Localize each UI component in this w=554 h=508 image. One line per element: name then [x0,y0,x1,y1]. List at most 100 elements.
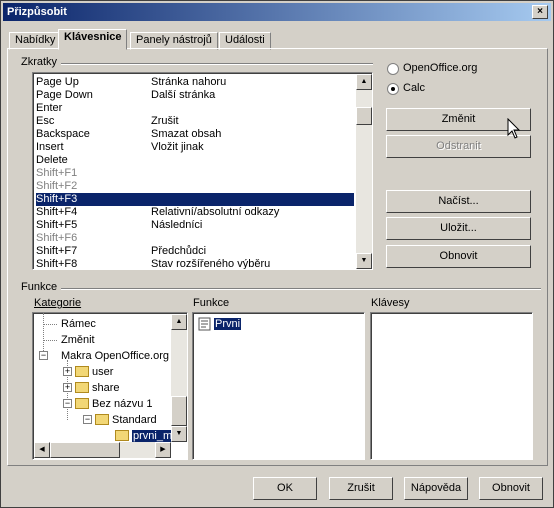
folder-icon [75,397,89,409]
shortcut-row[interactable]: Delete [36,154,354,167]
function-item-label: Prvni [214,318,242,330]
function-item[interactable]: Prvni [198,316,242,332]
collapse-icon[interactable]: − [39,351,48,360]
window-title: Přizpůsobit [7,6,67,18]
tree-item-share[interactable]: share [75,380,120,396]
functions-divider [21,288,541,290]
tree-item-untitled-label: Bez názvu 1 [92,398,153,410]
shortcut-key: Page Down [36,89,93,101]
save-button[interactable]: Uložit... [386,217,531,240]
folder-icon [75,365,89,377]
tree-item-frame[interactable]: Rámec [61,316,96,332]
category-vscroll[interactable]: ▲ ▼ [171,314,187,442]
shortcuts-label: Zkratky [21,56,62,68]
shortcuts-scrollbar[interactable]: ▲ ▼ [356,74,372,269]
shortcut-key: Shift+F7 [36,245,78,257]
shortcut-row[interactable]: Enter [36,102,354,115]
folder-icon [95,413,109,425]
function-list[interactable]: Prvni [192,312,365,460]
shortcut-command: Stav rozšířeného výběru [151,258,271,270]
macro-icon [198,317,211,331]
collapse-icon[interactable]: − [63,399,72,408]
shortcuts-divider [21,63,373,65]
scroll-left-button[interactable]: ◀ [34,442,50,458]
shortcut-key: Shift+F6 [36,232,78,244]
reset-button[interactable]: Obnovit [386,245,531,268]
shortcut-row[interactable]: Page Down Další stránka [36,89,354,102]
keys-list[interactable] [370,312,533,460]
radio-openoffice[interactable] [387,63,399,75]
scroll-down-button[interactable]: ▼ [356,253,372,269]
tab-keyboard[interactable]: Klávesnice [58,29,128,50]
shortcut-key: Delete [36,154,68,166]
tree-line [43,340,57,341]
shortcut-key: Enter [36,102,63,114]
shortcuts-list[interactable]: Page Up Stránka nahoru Page Down Další strá… [32,72,373,270]
shortcut-row[interactable]: Shift+F8 Stav rozšířeného výběru [36,258,354,270]
load-button[interactable]: Načíst... [386,190,531,213]
functions-group-label: Funkce [21,281,62,293]
shortcut-key: Shift+F8 [36,258,78,270]
shortcut-command: Další stránka [151,89,216,101]
keys-label: Klávesy [371,297,410,309]
shortcut-key: Page Up [36,76,79,88]
radio-calc-label: Calc [403,82,426,94]
shortcut-row[interactable]: Shift+F3 [36,193,354,206]
cancel-button[interactable]: Zrušit [329,477,393,500]
tree-item-untitled[interactable]: Bez názvu 1 [75,396,153,412]
shortcut-command: Následníci [151,219,203,231]
shortcut-key: Insert [36,141,64,153]
shortcut-key: Backspace [36,128,90,140]
shortcut-row[interactable]: Insert Vložit jinak [36,141,354,154]
category-hscroll[interactable]: ◀ ▶ [34,442,171,458]
scroll-up-button[interactable]: ▲ [356,74,372,90]
tree-item-macros[interactable]: Makra OpenOffice.org [61,348,169,364]
shortcut-command: Zrušit [151,115,179,127]
tree-item-user-label: user [92,366,114,378]
expand-icon[interactable]: + [63,367,72,376]
help-button[interactable]: Nápověda [404,477,468,500]
shortcut-key: Shift+F5 [36,219,78,231]
shortcut-key: Shift+F2 [36,180,78,192]
scroll-thumb[interactable] [171,396,187,426]
shortcut-command: Vložit jinak [151,141,204,153]
shortcut-command: Předchůdci [151,245,207,257]
shortcut-row[interactable]: Shift+F1 [36,167,354,180]
scroll-thumb[interactable] [50,442,120,458]
tree-item-user[interactable]: user [75,364,113,380]
tree-line [43,324,57,325]
folder-icon [75,381,89,393]
tree-item-standard[interactable]: Standard [95,412,157,428]
radio-openoffice-label: OpenOffice.org [403,62,478,74]
shortcut-row[interactable]: Shift+F4 Relativní/absolutní odkazy [36,206,354,219]
scroll-down-button[interactable]: ▼ [171,426,187,442]
scroll-up-button[interactable]: ▲ [171,314,187,330]
shortcut-row[interactable]: Shift+F6 [36,232,354,245]
close-button[interactable]: × [532,5,548,19]
shortcut-key: Shift+F3 [36,193,78,205]
shortcut-row[interactable]: Shift+F7 Předchůdci [36,245,354,258]
collapse-icon[interactable]: − [83,415,92,424]
radio-selected-dot [391,87,395,91]
scroll-thumb[interactable] [356,107,372,125]
tree-item-change[interactable]: Změnit [61,332,95,348]
shortcut-row[interactable]: Esc Zrušit [36,115,354,128]
scroll-right-button[interactable]: ▶ [155,442,171,458]
shortcut-row[interactable]: Shift+F2 [36,180,354,193]
tree-item-standard-label: Standard [112,414,157,426]
customize-dialog: Přizpůsobit × Nabídky Klávesnice Panely … [0,0,554,508]
category-tree[interactable]: Rámec Změnit − Makra OpenOffice.org + us… [32,312,188,460]
expand-icon[interactable]: + [63,383,72,392]
shortcut-command: Stránka nahoru [151,76,227,88]
shortcut-command: Relativní/absolutní odkazy [151,206,280,218]
shortcut-row[interactable]: Page Up Stránka nahoru [36,76,354,89]
shortcut-row[interactable]: Shift+F5 Následníci [36,219,354,232]
ok-button[interactable]: OK [253,477,317,500]
folder-icon [115,429,129,441]
footer-reset-button[interactable]: Obnovit [479,477,543,500]
shortcut-row[interactable]: Backspace Smazat obsah [36,128,354,141]
shortcut-key: Esc [36,115,55,127]
tree-item-share-label: share [92,382,120,394]
mouse-cursor-icon [507,118,521,139]
radio-calc[interactable] [387,83,399,95]
